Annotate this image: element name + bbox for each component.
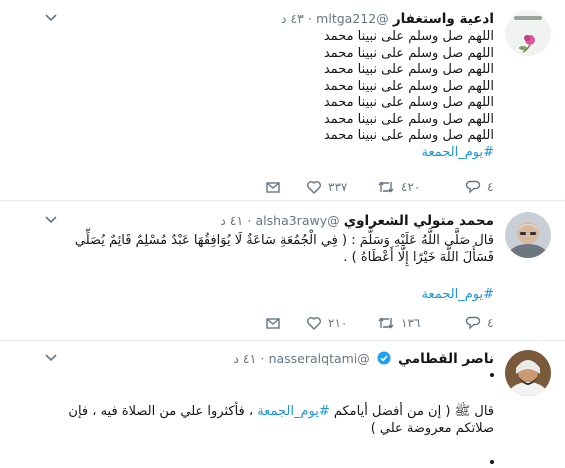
- tweet-actions: ٤ ١٣٦ ٢١٠: [0, 315, 565, 331]
- direct-message-button[interactable]: [265, 179, 281, 195]
- text-line: اللهم صل وسلم على نبينا محمد: [323, 95, 494, 110]
- like-button[interactable]: ٣٣٧: [306, 179, 347, 195]
- reply-icon: [465, 180, 481, 194]
- display-name[interactable]: ادعية واستغفار: [393, 11, 494, 27]
- tweet-text: اللهم صل وسلم على نبينا محمد اللهم صل وس…: [60, 29, 494, 161]
- display-name[interactable]: ناصر القطامي: [398, 351, 494, 367]
- display-name[interactable]: محمد متولي الشعراوي: [344, 213, 494, 229]
- separator-dot: ·: [247, 213, 252, 228]
- like-button[interactable]: ٢١٠: [306, 315, 347, 331]
- tweet-header: محمد متولي الشعراوي @alsha3rawy · ٤١ د: [220, 212, 494, 230]
- text-line: اللهم صل وسلم على نبينا محمد: [323, 29, 494, 44]
- retweet-button[interactable]: ٤٢٠: [377, 179, 420, 195]
- tweet[interactable]: ادعية واستغفار @mltga212 · ٤٣ د اللهم صل…: [0, 0, 565, 201]
- verified-icon: [377, 351, 391, 365]
- like-icon: [307, 317, 321, 330]
- tweet-text: قال صَلَّى اللَّهُ عَلَيْهِ وَسَلَّمَ : …: [50, 233, 494, 304]
- like-icon: [307, 181, 321, 194]
- tweet-text-start: قال ﷺ ( إن من أفضل أيامكم: [329, 404, 494, 419]
- timestamp[interactable]: ٤١ د: [233, 351, 256, 366]
- separator-dot: ·: [308, 11, 313, 26]
- chevron-down-icon[interactable]: [44, 351, 58, 365]
- like-count: ٣٣٧: [328, 180, 348, 194]
- tweet[interactable]: محمد متولي الشعراوي @alsha3rawy · ٤١ د ق…: [0, 201, 565, 341]
- reply-count: ٤: [487, 180, 494, 194]
- timestamp[interactable]: ٤١ د: [220, 213, 243, 228]
- reply-button[interactable]: ٤: [465, 179, 493, 195]
- handle[interactable]: @nasseralqtami: [269, 351, 370, 366]
- text-line: اللهم صل وسلم على نبينا محمد: [323, 128, 494, 143]
- tweet-paragraph: قال صَلَّى اللَّهُ عَلَيْهِ وَسَلَّمَ : …: [74, 233, 494, 265]
- text-line: اللهم صل وسلم على نبينا محمد: [323, 62, 494, 77]
- text-line: اللهم صل وسلم على نبينا محمد: [323, 111, 494, 127]
- handle[interactable]: @alsha3rawy: [256, 213, 340, 228]
- chevron-down-icon[interactable]: [44, 11, 58, 25]
- avatar[interactable]: [505, 10, 551, 56]
- retweet-count: ١٣٦: [401, 316, 421, 330]
- tweet-header: ادعية واستغفار @mltga212 · ٤٣ د: [281, 10, 494, 28]
- retweet-button[interactable]: ١٣٦: [377, 315, 420, 331]
- reply-button[interactable]: ٤: [465, 315, 493, 331]
- tweet-actions: ٤ ٤٢٠ ٣٣٧: [0, 179, 565, 195]
- tweet[interactable]: ناصر القطامي @nasseralqtami · ٤١ د قال ﷺ…: [0, 341, 565, 468]
- retweet-count: ٤٢٠: [401, 180, 421, 194]
- hashtag-link[interactable]: #يوم_الجمعة: [60, 145, 495, 162]
- message-icon: [266, 182, 280, 193]
- handle[interactable]: @mltga212: [316, 11, 389, 26]
- list-bullet: [490, 373, 494, 377]
- timeline: ادعية واستغفار @mltga212 · ٤٣ د اللهم صل…: [0, 0, 565, 468]
- like-count: ٢١٠: [328, 316, 348, 330]
- hashtag-link[interactable]: #يوم_الجمعة: [50, 287, 495, 304]
- separator-dot: ·: [260, 351, 265, 366]
- retweet-icon: [378, 317, 394, 329]
- tweet-text: قال ﷺ ( إن من أفضل أيامكم #يوم_الجمعة ، …: [50, 404, 494, 437]
- hashtag-link[interactable]: #يوم_الجمعة: [257, 404, 330, 419]
- avatar[interactable]: [505, 350, 551, 396]
- text-line: اللهم صل وسلم على نبينا محمد: [323, 78, 494, 94]
- list-bullet: [490, 460, 494, 464]
- reply-count: ٤: [487, 316, 494, 330]
- chevron-down-icon[interactable]: [44, 213, 58, 227]
- retweet-icon: [378, 181, 394, 193]
- tweet-header: ناصر القطامي @nasseralqtami · ٤١ د: [233, 350, 494, 368]
- message-icon: [266, 318, 280, 329]
- timestamp[interactable]: ٤٣ د: [281, 11, 304, 26]
- avatar[interactable]: [505, 212, 551, 258]
- text-line: اللهم صل وسلم على نبينا محمد: [323, 45, 494, 61]
- reply-icon: [465, 316, 481, 330]
- direct-message-button[interactable]: [265, 315, 281, 331]
